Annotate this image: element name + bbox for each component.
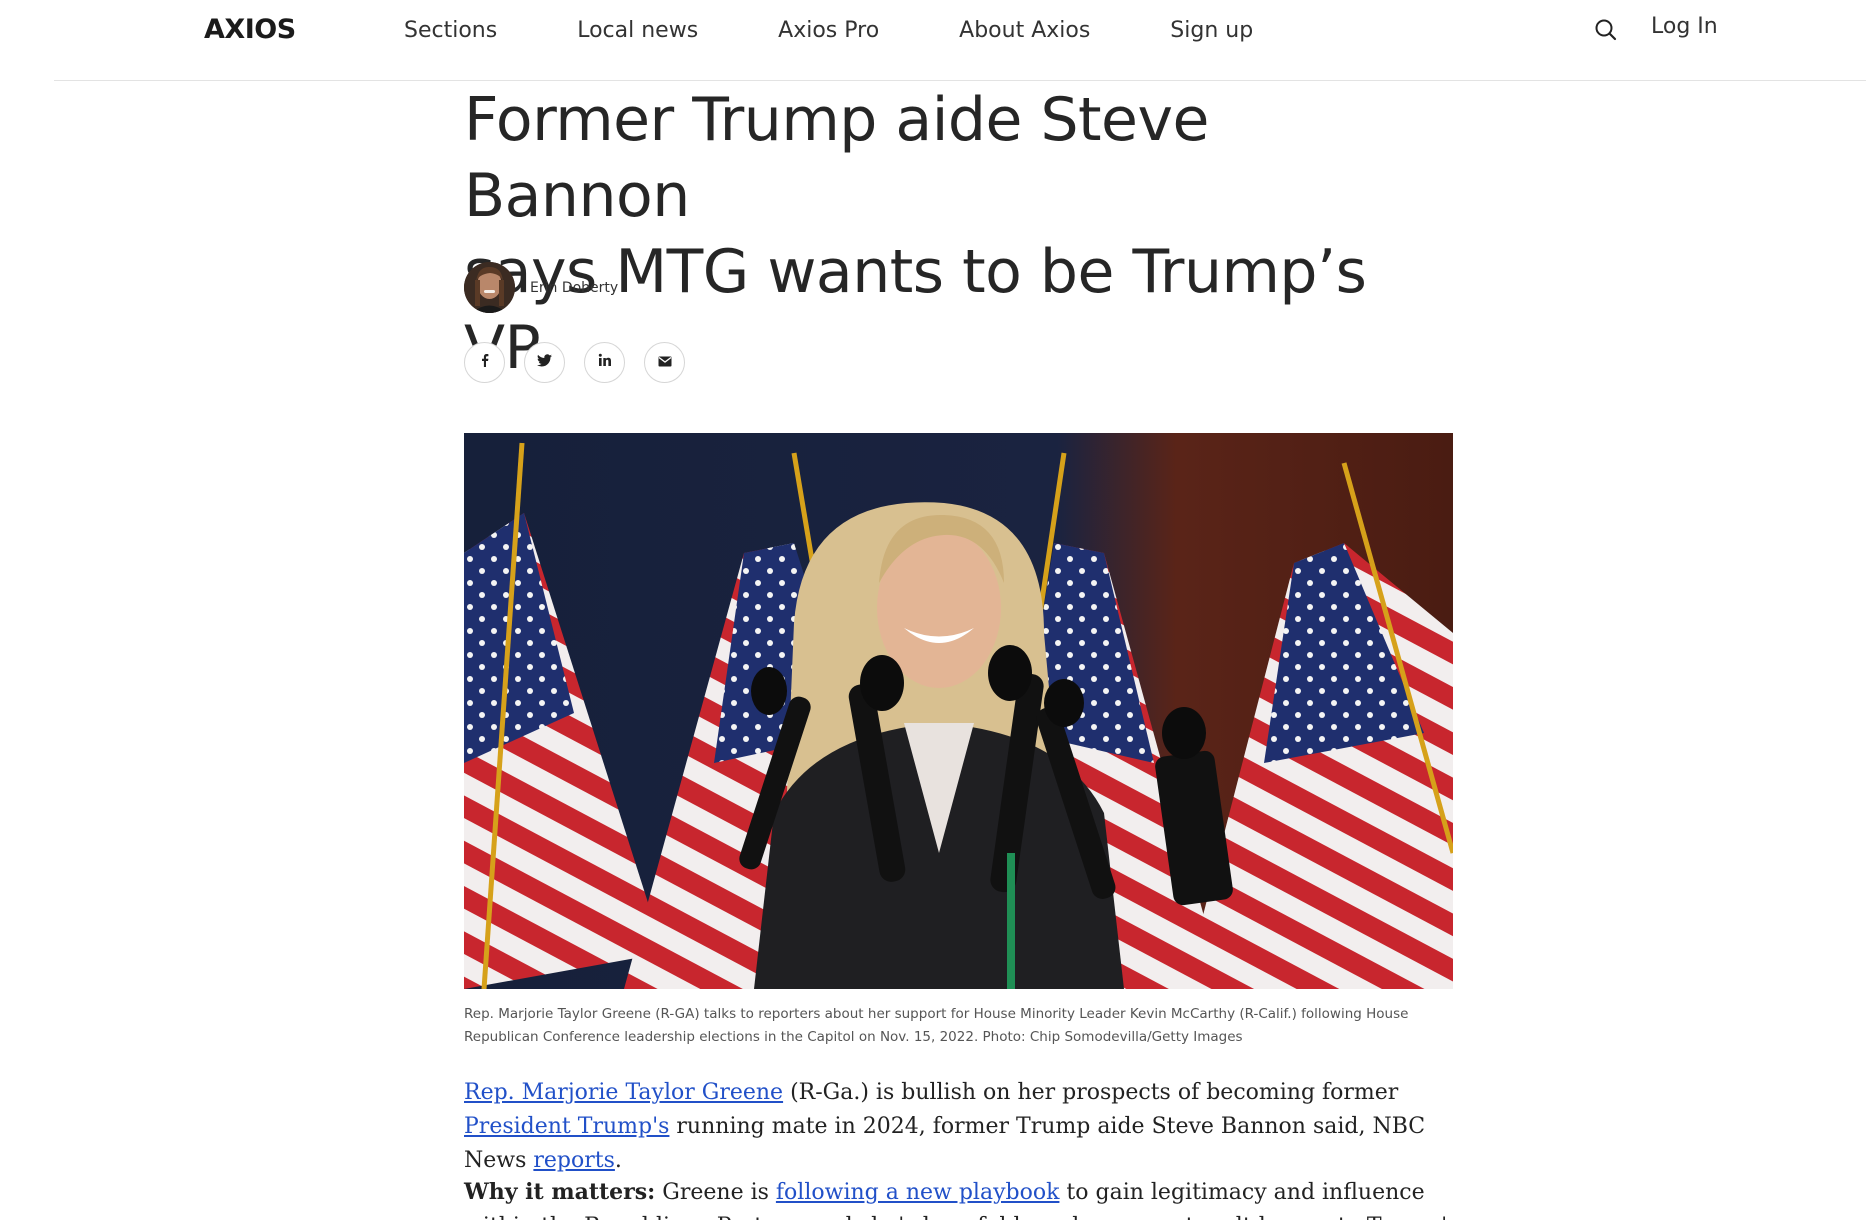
logo-text: AXIOS <box>204 13 296 45</box>
facebook-icon <box>478 353 492 372</box>
twitter-icon <box>537 353 552 372</box>
linkedin-icon <box>598 353 612 372</box>
caption-line-2: Republican Conference leadership electio… <box>464 1029 1243 1045</box>
paragraph-1: Rep. Marjorie Taylor Greene (R-Ga.) is b… <box>464 1076 1464 1178</box>
p2-text-1: Greene is <box>655 1180 776 1205</box>
email-icon <box>658 354 672 372</box>
title-line-1: Former Trump aide Steve Bannon <box>464 85 1209 231</box>
caption-line-1: Rep. Marjorie Taylor Greene (R-GA) talks… <box>464 1006 1409 1022</box>
link-president-trump[interactable]: President Trump's <box>464 1114 669 1139</box>
nav-item-sections[interactable]: Sections <box>404 18 497 43</box>
why-it-matters-label: Why it matters: <box>464 1179 656 1205</box>
share-email-button[interactable] <box>644 342 685 383</box>
p1-text-1: (R-Ga.) is bullish on her prospects of b… <box>783 1080 1399 1105</box>
share-linkedin-button[interactable] <box>584 342 625 383</box>
link-marjorie-taylor-greene[interactable]: Rep. Marjorie Taylor Greene <box>464 1080 783 1105</box>
author-name[interactable]: Erin Doherty <box>530 280 618 296</box>
p1-text-3: . <box>614 1148 622 1173</box>
nav-item-axios-pro[interactable]: Axios Pro <box>778 18 879 43</box>
site-header: AXIOS Sections Local news Axios Pro Abou… <box>54 0 1866 81</box>
share-facebook-button[interactable] <box>464 342 505 383</box>
share-bar <box>464 342 704 383</box>
axios-logo[interactable]: AXIOS <box>204 13 300 45</box>
login-link[interactable]: Log In <box>1651 14 1718 39</box>
nav-item-sign-up[interactable]: Sign up <box>1170 18 1253 43</box>
hero-photo <box>464 433 1453 989</box>
nav-item-local-news[interactable]: Local news <box>577 18 698 43</box>
author-avatar[interactable] <box>464 262 515 313</box>
link-reports[interactable]: reports <box>533 1148 615 1173</box>
paragraph-2: Why it matters: Greene is following a ne… <box>464 1175 1464 1220</box>
share-twitter-button[interactable] <box>524 342 565 383</box>
link-new-playbook[interactable]: following a new playbook <box>776 1180 1060 1205</box>
article-title: Former Trump aide Steve Bannon says MTG … <box>464 82 1424 386</box>
photo-caption: Rep. Marjorie Taylor Greene (R-GA) talks… <box>464 1003 1424 1049</box>
search-icon[interactable] <box>1593 17 1619 43</box>
main-nav: Sections Local news Axios Pro About Axio… <box>404 0 1333 60</box>
nav-item-about-axios[interactable]: About Axios <box>959 18 1090 43</box>
byline: Erin Doherty <box>464 262 618 313</box>
